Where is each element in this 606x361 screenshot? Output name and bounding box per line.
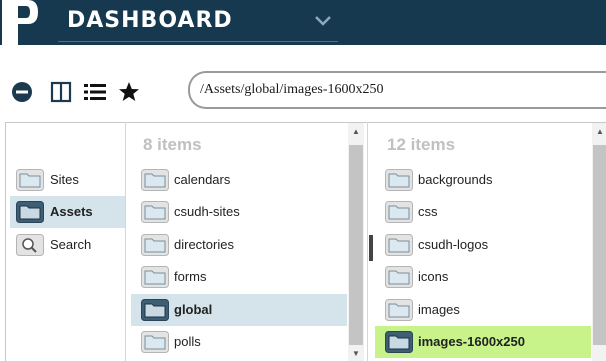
sidebar-item-label: Sites <box>50 172 79 187</box>
list-item[interactable]: directories <box>131 229 347 261</box>
list-item-label: directories <box>174 237 234 252</box>
list-item[interactable]: csudh-sites <box>131 196 347 228</box>
scroll-down-icon[interactable]: ▼ <box>352 349 360 358</box>
folder-icon <box>141 299 169 321</box>
columns-view-icon[interactable] <box>50 81 72 103</box>
app-header: DASHBOARD <box>0 0 606 45</box>
list-item-label: backgrounds <box>418 172 493 187</box>
scrollbar-thumb[interactable] <box>349 145 363 345</box>
list-item-label: polls <box>174 334 201 349</box>
folder-icon <box>141 169 169 191</box>
scrollbar[interactable]: ▲ <box>592 123 606 361</box>
scroll-up-icon[interactable]: ▲ <box>596 127 604 136</box>
list-item-label: css <box>418 204 438 219</box>
folder-icon <box>141 234 169 256</box>
list-item[interactable]: images-1600x250 <box>375 326 591 358</box>
search-icon <box>16 234 44 256</box>
list-item[interactable]: backgrounds <box>375 164 591 196</box>
list-item-label: csudh-sites <box>174 204 240 219</box>
scroll-up-icon[interactable]: ▲ <box>352 127 360 136</box>
list-item[interactable]: css <box>375 196 591 228</box>
list-item[interactable]: forms <box>131 261 347 293</box>
list-item-label: global <box>174 302 213 317</box>
app-logo[interactable] <box>0 0 40 45</box>
path-input[interactable]: /Assets/global/images-1600x250 <box>188 71 606 109</box>
list-item-label: icons <box>418 269 449 284</box>
list-item-label: images-1600x250 <box>418 334 525 349</box>
list-item-label: images <box>418 302 460 317</box>
sidebar-item-sites[interactable]: Sites <box>10 164 125 196</box>
sidebar-item-label: Assets <box>50 204 93 219</box>
list-view-icon[interactable] <box>84 81 106 103</box>
chevron-down-icon[interactable] <box>314 14 332 28</box>
title-underline <box>58 41 338 42</box>
path-input-value: /Assets/global/images-1600x250 <box>200 82 384 97</box>
sidebar-item-assets[interactable]: Assets <box>10 196 125 228</box>
list-item[interactable]: icons <box>375 261 591 293</box>
folder-icon <box>16 201 44 223</box>
favorites-star-icon[interactable] <box>118 81 140 103</box>
folder-icon <box>141 331 169 353</box>
sidebar-item-search[interactable]: Search <box>10 229 125 261</box>
list-item[interactable]: polls <box>131 326 347 358</box>
folder-icon <box>16 169 44 191</box>
folder-icon <box>385 201 413 223</box>
folder-icon <box>385 234 413 256</box>
scrollbar-thumb[interactable] <box>593 145 606 345</box>
folder-icon <box>141 266 169 288</box>
column-divider <box>125 122 126 361</box>
list-item[interactable]: images <box>375 294 591 326</box>
folder-icon <box>385 299 413 321</box>
list-item-label: csudh-logos <box>418 237 489 252</box>
collapse-icon[interactable] <box>11 81 33 103</box>
column-resize-handle[interactable] <box>369 235 373 261</box>
list-item-label: forms <box>174 269 207 284</box>
folder-icon <box>385 169 413 191</box>
list-item[interactable]: calendars <box>131 164 347 196</box>
column-divider <box>367 122 368 361</box>
folder-icon <box>141 201 169 223</box>
column-item-count: 8 items <box>143 135 202 154</box>
sidebar-item-label: Search <box>50 237 92 252</box>
dashboard-title[interactable]: DASHBOARD <box>67 8 233 33</box>
scrollbar[interactable]: ▲ ▼ <box>348 123 364 361</box>
folder-icon <box>385 266 413 288</box>
list-item[interactable]: global <box>131 294 347 326</box>
list-item[interactable]: csudh-logos <box>375 229 591 261</box>
folder-icon <box>385 331 413 353</box>
column-item-count: 12 items <box>387 135 456 154</box>
list-item-label: calendars <box>174 172 231 187</box>
